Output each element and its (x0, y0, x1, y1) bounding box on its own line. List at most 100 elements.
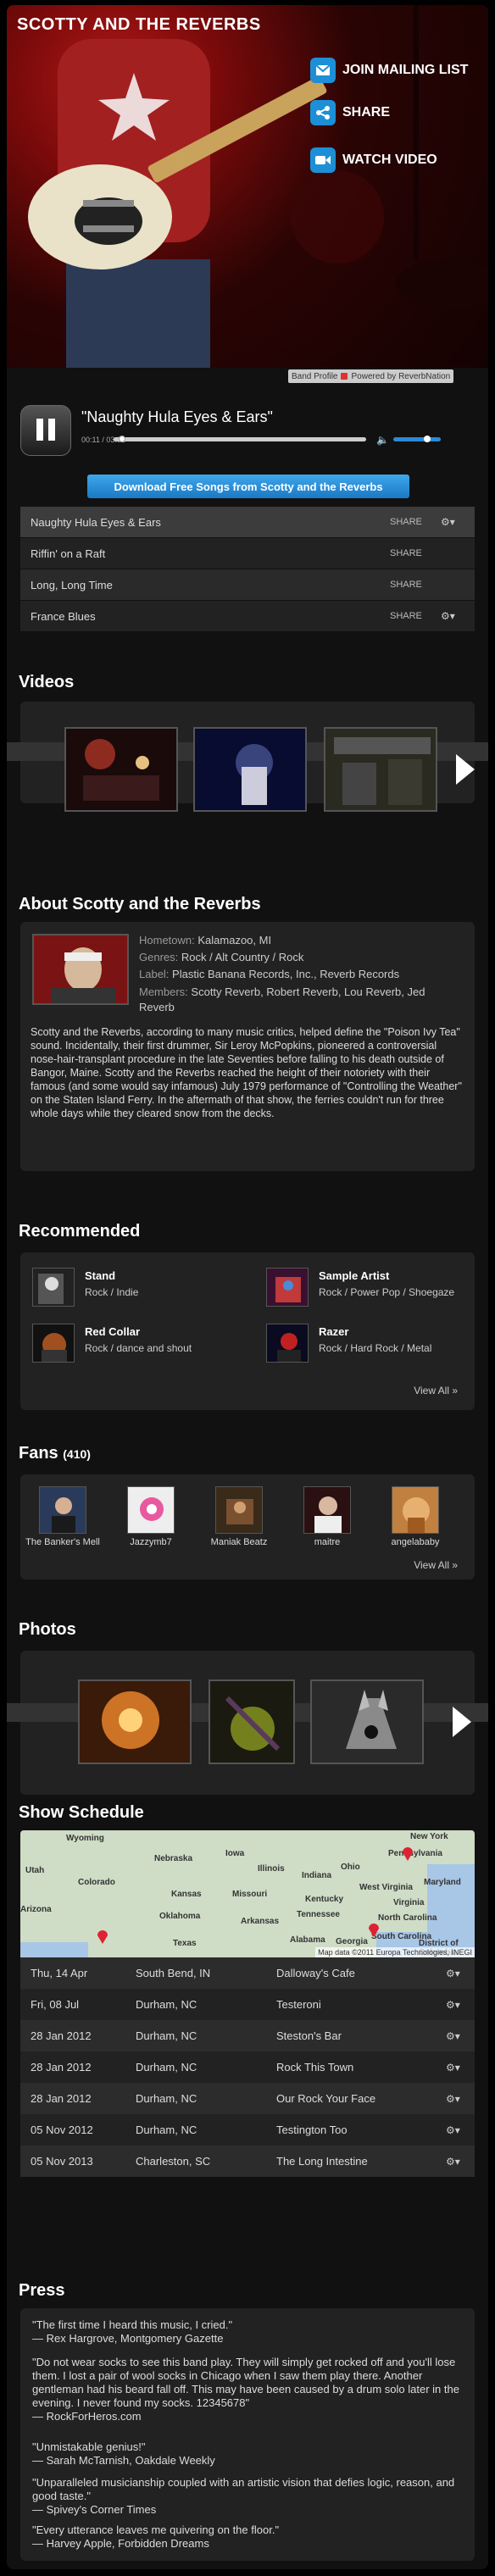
volume-knob[interactable] (424, 436, 431, 442)
artist-name[interactable]: Red Collar (85, 1325, 140, 1338)
gear-icon[interactable]: ⚙▾ (446, 2124, 475, 2136)
show-venue[interactable]: Our Rock Your Face (276, 2092, 446, 2105)
gear-icon[interactable]: ⚙▾ (441, 610, 464, 622)
now-playing-title: "Naughty Hula Eyes & Ears" (81, 408, 273, 425)
show-date: 28 Jan 2012 (31, 2061, 92, 2074)
fan-item[interactable]: Maniak Beatz (197, 1486, 281, 1547)
track-row[interactable]: Long, Long Time SHARE (20, 569, 475, 601)
quote-source: — Sarah McTarnish, Oakdale Weekly (32, 2454, 215, 2467)
members-label: Members: (139, 985, 188, 998)
map-pin-icon[interactable] (97, 1929, 108, 1944)
volume-icon[interactable]: 🔈 (376, 434, 390, 446)
fan-avatar[interactable] (303, 1486, 351, 1534)
gear-icon[interactable]: ⚙▾ (446, 2156, 475, 2168)
show-map[interactable]: Wyoming Nebraska Iowa Illinois Indiana O… (20, 1830, 475, 1957)
artist-name[interactable]: Sample Artist (319, 1269, 389, 1282)
fan-avatar[interactable] (39, 1486, 86, 1534)
fan-name[interactable]: The Banker's Mell (20, 1537, 105, 1547)
track-row[interactable]: Riffin' on a Raft SHARE (20, 538, 475, 569)
quote-text: "Every utterance leaves me quivering on … (32, 2523, 280, 2536)
video-thumbnail[interactable] (324, 727, 437, 812)
artist-avatar[interactable] (32, 1324, 75, 1363)
track-title[interactable]: France Blues (31, 610, 390, 623)
share-button[interactable]: SHARE (310, 100, 390, 125)
show-row[interactable]: 28 Jan 2012 Durham, NC Steston's Bar ⚙▾ (20, 2020, 475, 2051)
gear-icon[interactable]: ⚙▾ (446, 1968, 475, 1979)
fan-avatar[interactable] (215, 1486, 263, 1534)
track-row[interactable]: Naughty Hula Eyes & Ears SHARE ⚙▾ (20, 507, 475, 538)
fan-name[interactable]: angelababy (373, 1537, 458, 1547)
fan-item[interactable]: angelababy (373, 1486, 458, 1547)
gear-icon[interactable]: ⚙▾ (446, 2062, 475, 2074)
show-venue[interactable]: Testeroni (276, 1998, 446, 2011)
track-share-link[interactable]: SHARE (390, 611, 441, 621)
fan-avatar[interactable] (127, 1486, 175, 1534)
artist-name[interactable]: Stand (85, 1269, 115, 1282)
gear-icon[interactable]: ⚙▾ (446, 1999, 475, 2011)
map-label: Texas (173, 1939, 197, 1948)
photo-thumbnail[interactable] (209, 1679, 295, 1764)
artist-avatar[interactable] (266, 1324, 309, 1363)
next-arrow-icon[interactable] (456, 754, 475, 785)
mail-icon (310, 58, 336, 83)
join-mailing-list-button[interactable]: JOIN MAILING LIST (310, 58, 468, 83)
show-venue[interactable]: Steston's Bar (276, 2029, 446, 2042)
artist-avatar[interactable] (32, 1268, 75, 1307)
show-venue[interactable]: Rock This Town (276, 2061, 446, 2074)
progress-knob[interactable] (118, 436, 125, 442)
artist-avatar[interactable] (266, 1268, 309, 1307)
fan-item[interactable]: Jazzymb7 (108, 1486, 193, 1547)
show-row[interactable]: 05 Nov 2013 Charleston, SC The Long Intest… (20, 2146, 475, 2177)
gear-icon[interactable]: ⚙▾ (446, 2030, 475, 2042)
map-pin-icon[interactable] (402, 1846, 414, 1861)
fans-view-all-link[interactable]: View All » (414, 1559, 458, 1571)
fan-name[interactable]: Jazzymb7 (108, 1537, 193, 1547)
track-share-link[interactable]: SHARE (390, 548, 441, 558)
pause-button[interactable] (20, 405, 71, 456)
band-bio: Scotty and the Reverbs, according to man… (31, 1026, 462, 1119)
show-row[interactable]: 28 Jan 2012 Durham, NC Rock This Town ⚙▾ (20, 2051, 475, 2083)
fan-avatar[interactable] (392, 1486, 439, 1534)
track-share-link[interactable]: SHARE (390, 580, 441, 590)
track-title[interactable]: Naughty Hula Eyes & Ears (31, 516, 390, 529)
track-row[interactable]: France Blues SHARE ⚙▾ (20, 601, 475, 632)
show-venue[interactable]: Testington Too (276, 2124, 446, 2136)
show-row[interactable]: 05 Nov 2012 Durham, NC Testington Too ⚙▾ (20, 2114, 475, 2146)
show-row[interactable]: Thu, 14 Apr South Bend, IN Dalloway's Cafe… (20, 1957, 475, 1989)
photo-thumbnail[interactable] (78, 1679, 192, 1764)
photo-thumbnail[interactable] (310, 1679, 424, 1764)
show-row[interactable]: Fri, 08 Jul Durham, NC Testeroni ⚙▾ (20, 1989, 475, 2020)
fan-name[interactable]: maitre (285, 1537, 370, 1547)
band-profile-link[interactable]: Band Profile (292, 372, 337, 381)
watch-video-button[interactable]: WATCH VIDEO (310, 147, 437, 173)
volume-slider[interactable] (393, 436, 441, 442)
show-city: Durham, NC (136, 2092, 197, 2105)
track-share-link[interactable]: SHARE (390, 517, 441, 527)
artist-name[interactable]: Razer (319, 1325, 348, 1338)
band-profile-widget: SCOTTY AND THE REVERBS JOIN MAILING LIST… (7, 5, 488, 2569)
show-date: 28 Jan 2012 (31, 2092, 92, 2105)
reverbnation-credit[interactable]: Band Profile Powered by ReverbNation (288, 369, 454, 383)
show-row[interactable]: 28 Jan 2012 Durham, NC Our Rock Your Face ⚙… (20, 2083, 475, 2114)
reverbnation-icon (341, 373, 348, 380)
fan-item[interactable]: maitre (285, 1486, 370, 1547)
video-thumbnail[interactable] (193, 727, 307, 812)
track-title[interactable]: Long, Long Time (31, 579, 390, 591)
band-name: SCOTTY AND THE REVERBS (17, 15, 261, 34)
map-label: Utah (25, 1866, 45, 1875)
gear-icon[interactable]: ⚙▾ (441, 516, 464, 528)
show-venue[interactable]: The Long Intestine (276, 2155, 446, 2168)
fan-name[interactable]: Maniak Beatz (197, 1537, 281, 1547)
gear-icon[interactable]: ⚙▾ (446, 2093, 475, 2105)
video-thumbnail[interactable] (64, 727, 178, 812)
track-title[interactable]: Riffin' on a Raft (31, 547, 390, 560)
next-arrow-icon[interactable] (453, 1707, 471, 1737)
map-pin-icon[interactable] (368, 1922, 380, 1937)
progress-bar[interactable] (114, 436, 366, 442)
show-venue[interactable]: Dalloway's Cafe (276, 1967, 446, 1979)
show-city: South Bend, IN (136, 1967, 211, 1979)
recommended-view-all-link[interactable]: View All » (414, 1385, 458, 1396)
fan-item[interactable]: The Banker's Mell (20, 1486, 105, 1547)
download-free-songs-button[interactable]: Download Free Songs from Scotty and the … (87, 475, 409, 498)
pause-icon (34, 418, 58, 443)
